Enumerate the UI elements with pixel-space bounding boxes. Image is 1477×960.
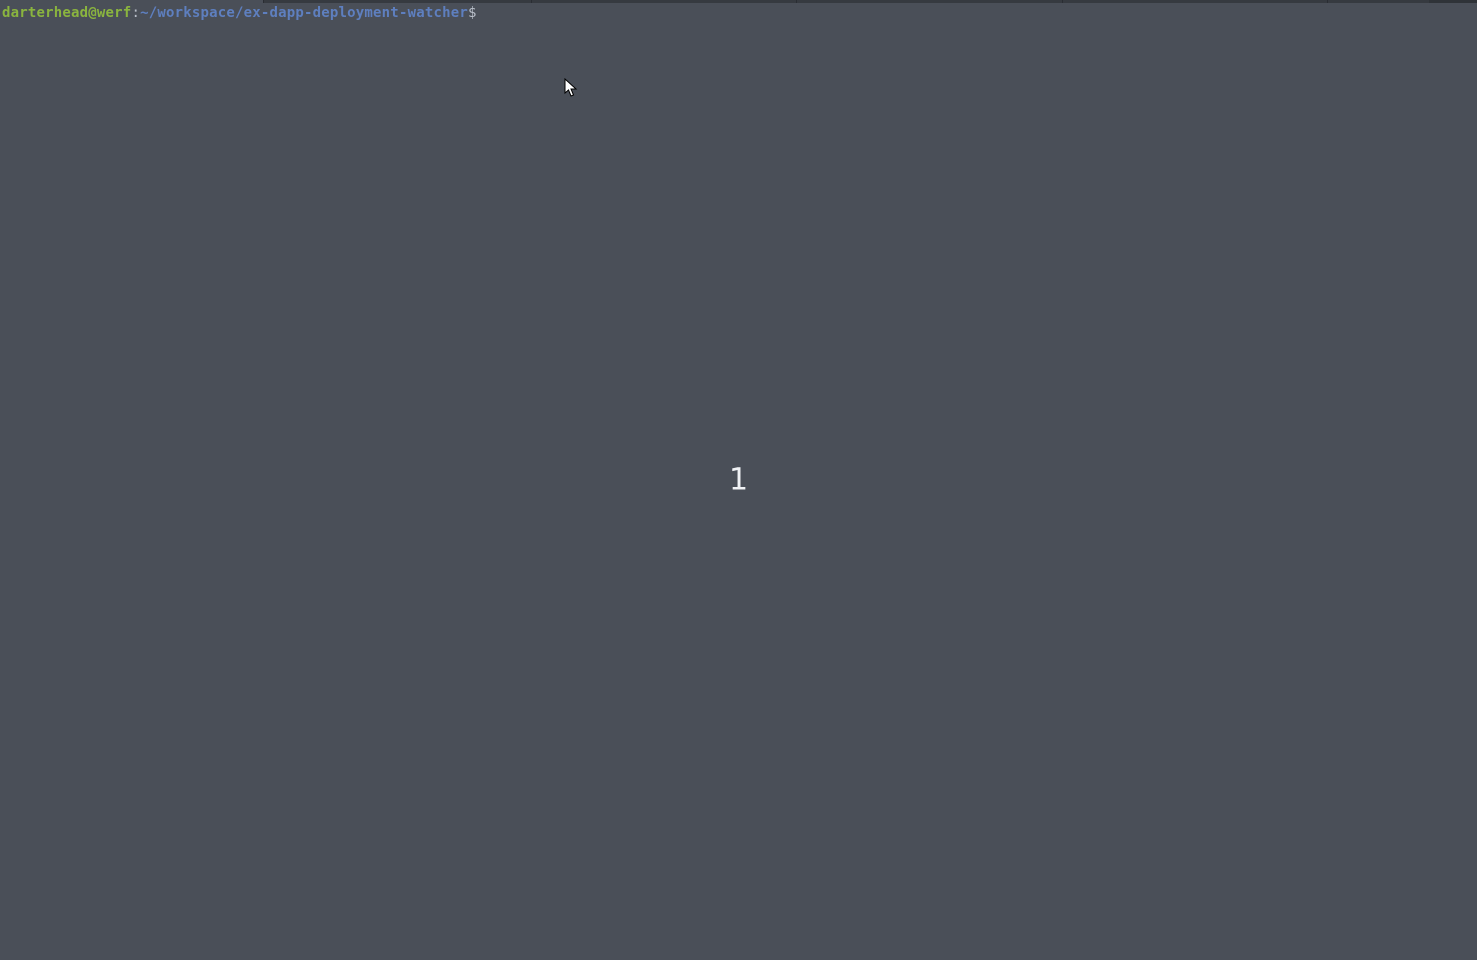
command-input[interactable] bbox=[485, 4, 1085, 23]
tab-strip bbox=[0, 0, 1477, 3]
prompt-separator: : bbox=[131, 5, 140, 21]
prompt-path: ~/workspace/ex-dapp-deployment-watcher bbox=[140, 5, 468, 21]
terminal-tab-1[interactable] bbox=[0, 0, 264, 3]
tab-spacer bbox=[1328, 0, 1429, 3]
terminal-viewport[interactable]: darterhead@werf:~/workspace/ex-dapp-depl… bbox=[2, 4, 1477, 960]
terminal-tab-5[interactable] bbox=[1063, 0, 1328, 3]
terminal-tab-2[interactable] bbox=[264, 0, 532, 3]
terminal-tab-3[interactable] bbox=[532, 0, 797, 3]
prompt-user-host: darterhead@werf bbox=[2, 5, 131, 21]
prompt-symbol: $ bbox=[468, 5, 477, 21]
terminal-tab-4[interactable] bbox=[797, 0, 1063, 3]
new-tab-button[interactable] bbox=[1429, 0, 1477, 3]
prompt-line: darterhead@werf:~/workspace/ex-dapp-depl… bbox=[2, 4, 1477, 23]
